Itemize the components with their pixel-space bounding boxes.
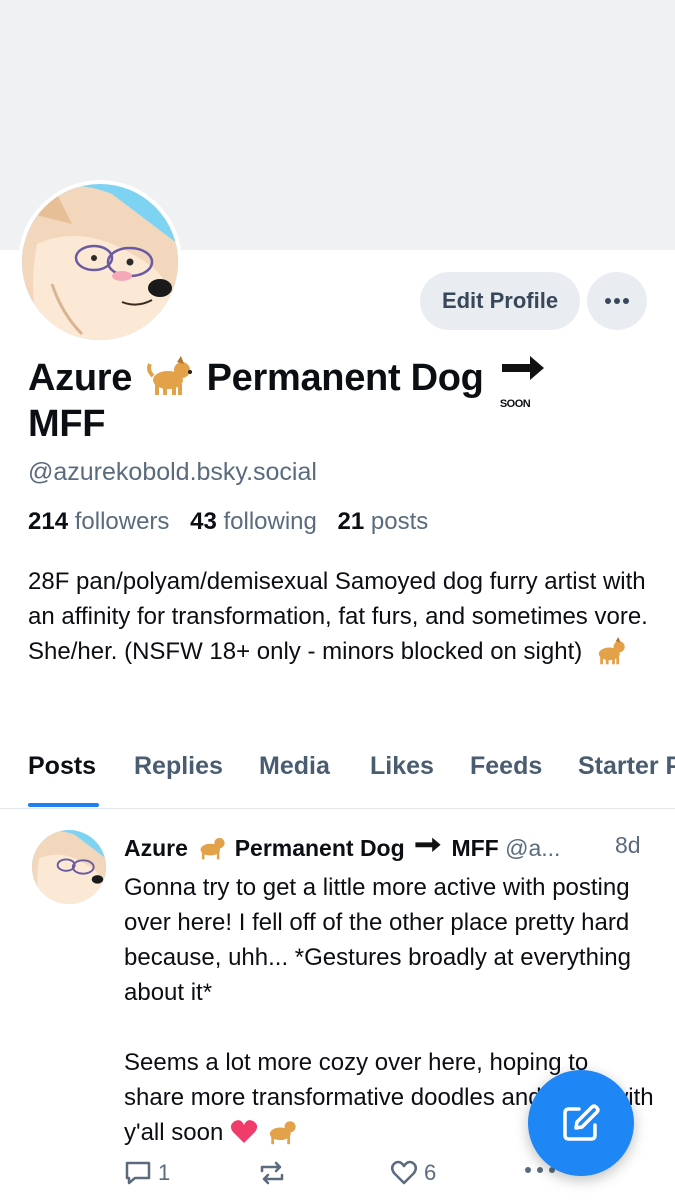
followers-count[interactable]: 214: [28, 508, 68, 535]
active-tab-indicator: [28, 803, 99, 807]
like-button[interactable]: 6: [390, 1160, 436, 1186]
profile-avatar[interactable]: [18, 180, 182, 344]
bio-text: 28F pan/polyam/demisexual Samoyed dog fu…: [28, 568, 648, 665]
tab-starter-packs[interactable]: Starter P: [578, 752, 675, 781]
posts-label: posts: [370, 508, 429, 535]
post-header: Azure Permanent Dog MFF @a...: [124, 832, 654, 864]
tab-media[interactable]: Media: [259, 752, 330, 781]
profile-handle[interactable]: @azurekobold.bsky.social: [28, 458, 317, 487]
compose-icon: [563, 1104, 600, 1141]
profile-tabs: Posts Replies Media Likes Feeds Starter …: [0, 740, 675, 809]
post-author-name-part1[interactable]: Azure: [124, 835, 188, 861]
like-count: 6: [424, 1160, 437, 1185]
profile-display-name: Azure Permanent Dog SOON MFF: [28, 354, 648, 447]
profile-bio: 28F pan/polyam/demisexual Samoyed dog fu…: [28, 564, 658, 669]
profile-stats: 214 followers 43 following 21 posts: [28, 508, 442, 536]
tab-posts[interactable]: Posts: [28, 752, 96, 781]
dog-emoji: [598, 637, 625, 665]
display-name-part2: Permanent Dog: [206, 357, 484, 399]
compose-post-button[interactable]: [528, 1070, 634, 1176]
soon-badge-text: SOON: [499, 398, 531, 410]
tab-replies[interactable]: Replies: [134, 752, 223, 781]
reply-button[interactable]: 1: [124, 1160, 170, 1186]
reply-count: 1: [158, 1160, 171, 1185]
avatar-image: [32, 830, 106, 904]
post-paragraph-1: Gonna try to get a little more active wi…: [124, 874, 631, 1006]
soon-arrow-emoji: [415, 837, 441, 852]
display-name-part3: MFF: [28, 403, 106, 445]
following-label[interactable]: following: [223, 508, 316, 535]
repost-button[interactable]: [258, 1160, 286, 1186]
following-count[interactable]: 43: [190, 508, 217, 535]
dog-emoji: [200, 837, 225, 860]
heart-icon: [391, 1160, 417, 1185]
post-author-name-part3[interactable]: MFF: [451, 835, 498, 861]
repost-icon: [260, 1161, 284, 1185]
post-author-avatar[interactable]: [32, 830, 106, 904]
tab-likes[interactable]: Likes: [370, 752, 434, 781]
dog-emoji: [147, 356, 193, 395]
tab-feeds[interactable]: Feeds: [470, 752, 542, 781]
red-heart-emoji: [230, 1120, 258, 1143]
post-author-handle[interactable]: @a...: [505, 835, 560, 861]
dog-emoji: [269, 1121, 296, 1145]
edit-profile-button[interactable]: Edit Profile: [420, 272, 580, 330]
avatar-image: [22, 184, 178, 340]
more-horizontal-icon: [605, 298, 629, 304]
soon-arrow-emoji: SOON: [498, 354, 548, 410]
more-options-button[interactable]: [587, 272, 647, 330]
followers-label[interactable]: followers: [75, 508, 170, 535]
reply-icon: [125, 1161, 151, 1185]
posts-count: 21: [337, 508, 365, 535]
display-name-part1: Azure: [28, 357, 133, 399]
post-timestamp[interactable]: 8d: [615, 832, 641, 859]
post-author-name-part2[interactable]: Permanent Dog: [235, 835, 405, 861]
